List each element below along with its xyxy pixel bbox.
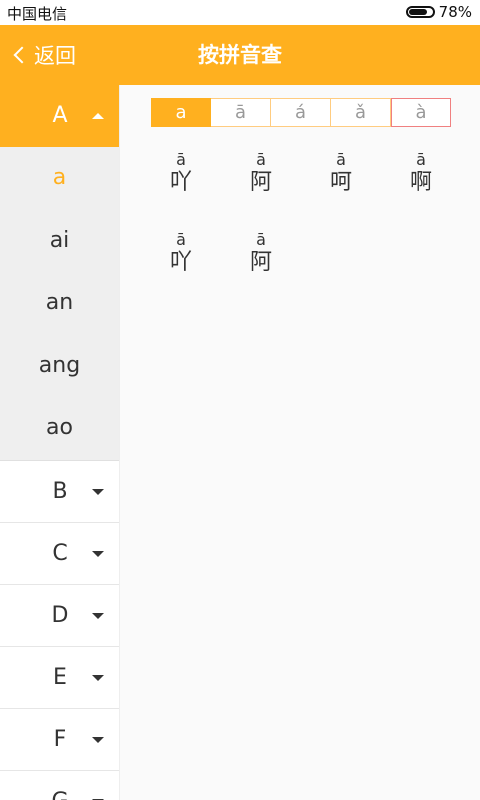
letter-sidebar: A aaianangao BCDEFG: [0, 85, 120, 800]
syllable-item-ai[interactable]: ai: [0, 210, 119, 273]
app-header: 返回 按拼音查: [0, 25, 480, 85]
carrier-name: 中国电信: [7, 5, 68, 23]
character-pinyin: ā: [256, 150, 266, 169]
tone-tab-2[interactable]: ā: [211, 98, 271, 127]
character-cell[interactable]: ā吖: [141, 230, 221, 276]
syllable-item-a[interactable]: a: [0, 147, 119, 210]
tone-tab-3[interactable]: á: [271, 98, 331, 127]
status-bar: 中国电信 78%: [0, 0, 480, 25]
battery-icon: [405, 6, 435, 18]
battery-level: [408, 9, 427, 15]
main-content: aāáǎà ā吖ā阿ā呵ā啊ā吖ā阿: [121, 85, 480, 800]
status-right: 78%: [405, 3, 472, 21]
tone-tab-5[interactable]: à: [391, 98, 451, 127]
character-cell[interactable]: ā阿: [221, 150, 301, 196]
letter-group-f[interactable]: F: [0, 708, 119, 771]
character-cell[interactable]: ā阿: [221, 230, 301, 276]
page-title: 按拼音查: [198, 43, 282, 67]
letter-group-a[interactable]: A: [0, 85, 119, 147]
collapsed-letter-list: BCDEFG: [0, 460, 119, 800]
character-cell[interactable]: ā吖: [141, 150, 221, 196]
syllable-list: a ai an ang ao: [0, 147, 119, 461]
letter-group-g[interactable]: G: [0, 770, 119, 800]
syllable-item-an[interactable]: an: [0, 272, 119, 335]
letter-group-d[interactable]: D: [0, 584, 119, 647]
tone-tab-4[interactable]: ǎ: [331, 98, 391, 127]
letter-group-e[interactable]: E: [0, 646, 119, 709]
character-pinyin: ā: [336, 150, 346, 169]
letter-label: G: [0, 771, 119, 800]
character-pinyin: ā: [176, 230, 186, 249]
expand-arrow-icon: [92, 674, 104, 681]
battery-text: 78%: [438, 3, 472, 21]
character-hanzi: 呵: [329, 170, 352, 195]
tone-tabs: aāáǎà: [151, 98, 451, 127]
character-hanzi: 吖: [169, 250, 192, 275]
tone-tab-1[interactable]: a: [151, 98, 211, 127]
expand-arrow-icon: [92, 612, 104, 619]
character-cell[interactable]: ā呵: [301, 150, 381, 196]
character-cell[interactable]: ā啊: [381, 150, 461, 196]
character-hanzi: 吖: [169, 170, 192, 195]
syllable-item-ang[interactable]: ang: [0, 335, 119, 398]
syllable-item-ao[interactable]: ao: [0, 397, 119, 460]
character-pinyin: ā: [256, 230, 266, 249]
expand-arrow-icon: [92, 736, 104, 743]
character-pinyin: ā: [176, 150, 186, 169]
character-hanzi: 啊: [409, 170, 432, 195]
character-pinyin: ā: [416, 150, 426, 169]
expand-arrow-icon: [92, 488, 104, 495]
collapse-arrow-icon: [92, 113, 104, 119]
expand-arrow-icon: [92, 550, 104, 557]
character-hanzi: 阿: [249, 250, 272, 275]
character-hanzi: 阿: [249, 170, 272, 195]
letter-group-c[interactable]: C: [0, 522, 119, 585]
letter-group-b[interactable]: B: [0, 460, 119, 523]
